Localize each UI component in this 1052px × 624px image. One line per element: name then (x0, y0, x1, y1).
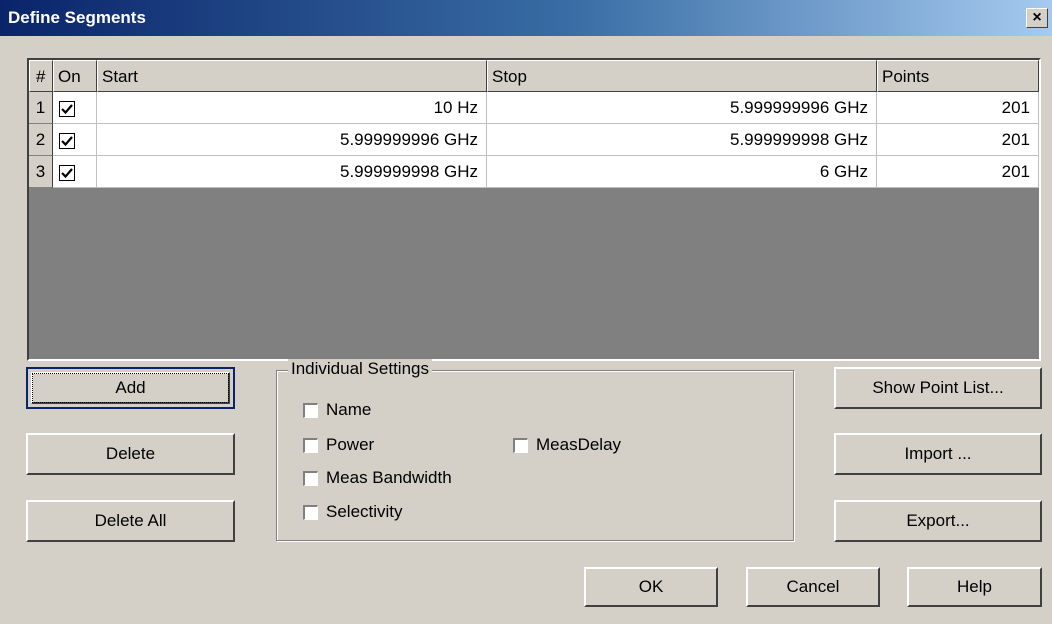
checkbox-unchecked-icon (303, 504, 318, 520)
row-on-checkbox[interactable] (53, 124, 97, 156)
row-on-checkbox[interactable] (53, 156, 97, 188)
delete-all-button-label: Delete All (94, 511, 167, 530)
header-points: Points (877, 60, 1039, 92)
row-number: 2 (29, 124, 53, 156)
meas-delay-checkbox-label: MeasDelay (536, 435, 622, 454)
power-checkbox[interactable]: Power (303, 435, 374, 455)
header-num: # (29, 60, 53, 92)
row-number: 3 (29, 156, 53, 188)
row-stop[interactable]: 6 GHz (487, 156, 877, 188)
delete-all-button[interactable]: Delete All (26, 500, 235, 542)
delete-button[interactable]: Delete (26, 433, 235, 475)
selectivity-checkbox-label: Selectivity (326, 502, 403, 521)
close-icon: × (1032, 9, 1042, 26)
checkbox-unchecked-icon (303, 402, 318, 418)
delete-button-label: Delete (105, 444, 156, 463)
help-button[interactable]: Help (907, 567, 1042, 607)
meas-delay-checkbox[interactable]: MeasDelay (513, 435, 621, 455)
cancel-button[interactable]: Cancel (746, 567, 880, 607)
row-number: 1 (29, 92, 53, 124)
table-row[interactable]: 3 5.999999998 GHz 6 GHz 201 (29, 156, 1039, 188)
row-stop[interactable]: 5.999999998 GHz (487, 124, 877, 156)
show-point-list-button-label: Show Point List... (872, 378, 1004, 397)
table-row[interactable]: 1 10 Hz 5.999999996 GHz 201 (29, 92, 1039, 124)
checkbox-checked-icon (59, 100, 75, 117)
meas-bandwidth-checkbox[interactable]: Meas Bandwidth (303, 468, 452, 488)
show-point-list-button[interactable]: Show Point List... (834, 367, 1042, 409)
row-on-checkbox[interactable] (53, 92, 97, 124)
row-start[interactable]: 5.999999996 GHz (97, 124, 487, 156)
cancel-button-label: Cancel (786, 577, 840, 596)
help-button-label: Help (957, 577, 992, 596)
header-stop: Stop (487, 60, 877, 92)
close-button[interactable]: × (1026, 8, 1048, 28)
ok-button-label: OK (638, 577, 664, 596)
checkbox-unchecked-icon (303, 470, 318, 486)
checkbox-unchecked-icon (513, 437, 528, 453)
name-checkbox-label: Name (326, 400, 372, 419)
individual-settings-title: Individual Settings (288, 359, 432, 379)
checkbox-unchecked-icon (303, 437, 318, 453)
export-button[interactable]: Export... (834, 500, 1042, 542)
row-points[interactable]: 201 (877, 156, 1039, 188)
import-button-label: Import ... (904, 444, 972, 463)
row-points[interactable]: 201 (877, 92, 1039, 124)
meas-bandwidth-checkbox-label: Meas Bandwidth (326, 468, 452, 487)
individual-settings-group: Individual Settings Name Power MeasDelay… (276, 359, 794, 541)
power-checkbox-label: Power (326, 435, 375, 454)
table-row[interactable]: 2 5.999999996 GHz 5.999999998 GHz 201 (29, 124, 1039, 156)
checkbox-checked-icon (59, 132, 75, 149)
checkbox-checked-icon (59, 164, 75, 181)
import-button[interactable]: Import ... (834, 433, 1042, 475)
add-button-label: Add (115, 378, 146, 397)
selectivity-checkbox[interactable]: Selectivity (303, 502, 403, 522)
row-start[interactable]: 10 Hz (97, 92, 487, 124)
header-on: On (53, 60, 97, 92)
export-button-label: Export... (906, 511, 970, 530)
ok-button[interactable]: OK (584, 567, 718, 607)
title-bar: Define Segments × (0, 0, 1052, 36)
row-start[interactable]: 5.999999998 GHz (97, 156, 487, 188)
name-checkbox[interactable]: Name (303, 400, 371, 420)
row-points[interactable]: 201 (877, 124, 1039, 156)
header-start: Start (97, 60, 487, 92)
window-title: Define Segments (8, 8, 146, 27)
table-header: # On Start Stop Points (29, 60, 1039, 92)
row-stop[interactable]: 5.999999996 GHz (487, 92, 877, 124)
add-button[interactable]: Add (26, 367, 235, 409)
segments-table[interactable]: # On Start Stop Points 1 10 Hz 5.9999999… (27, 58, 1041, 361)
